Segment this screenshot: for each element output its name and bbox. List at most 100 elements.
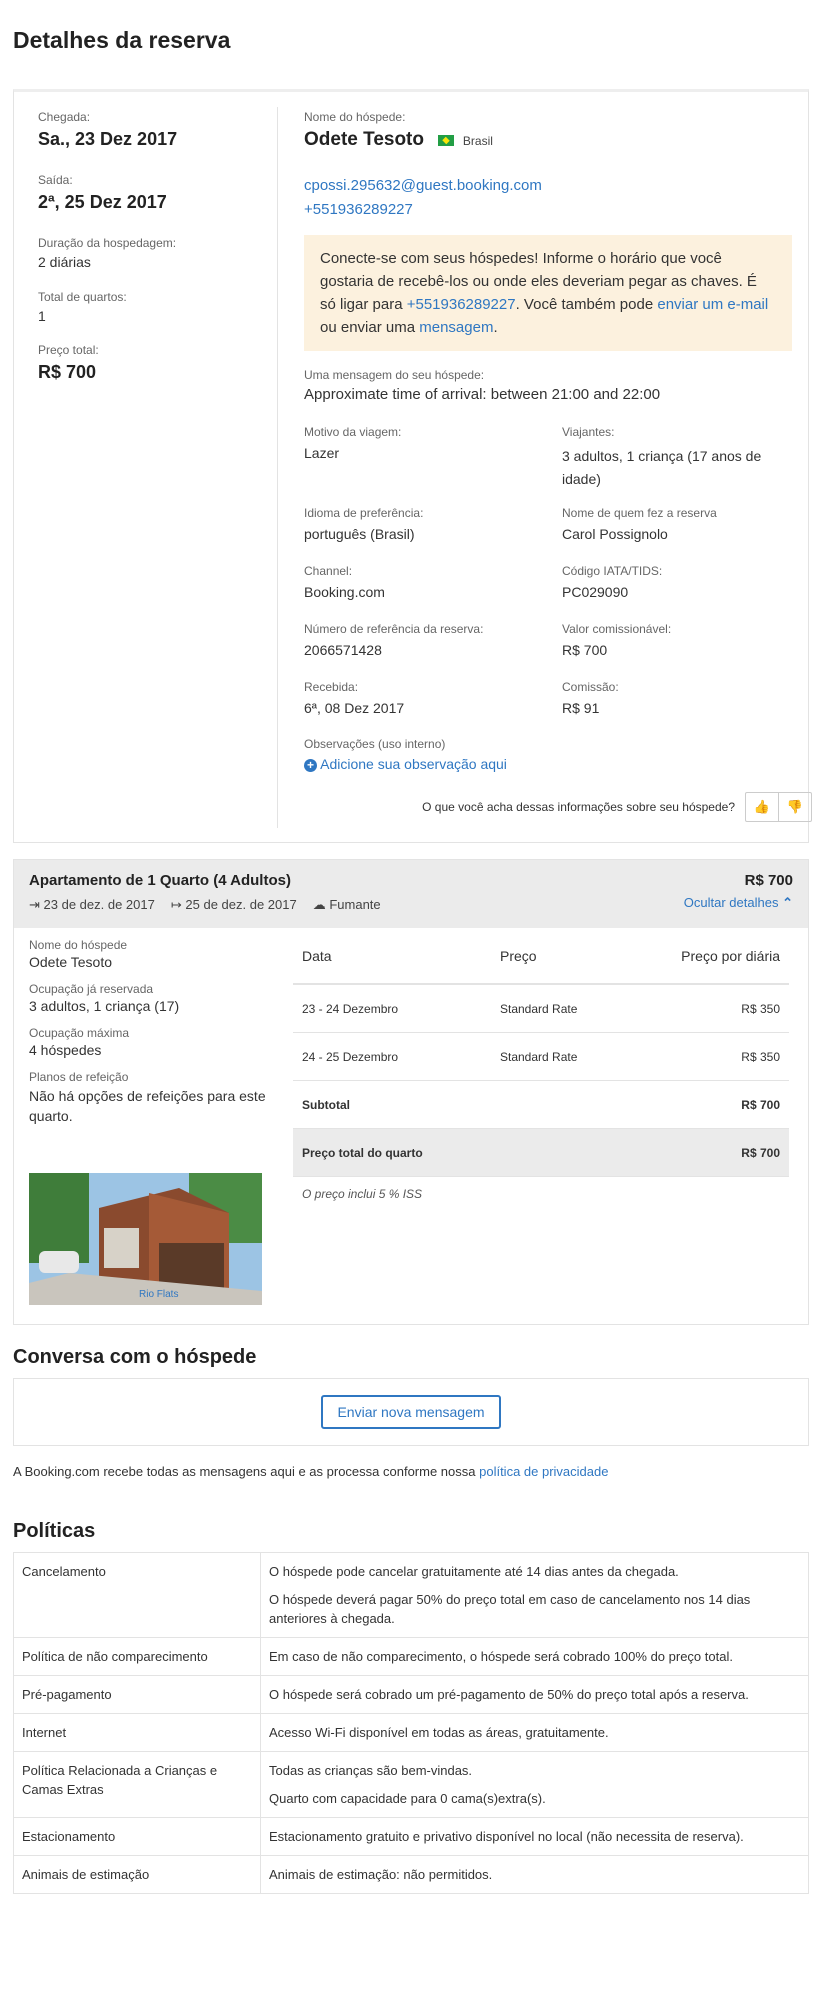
language-label: Idioma de preferência:	[304, 506, 424, 520]
rate-name: Standard Rate	[500, 1001, 578, 1016]
table-row: 24 - 25 Dezembro Standard Rate R$ 350	[293, 1033, 789, 1081]
contact-guest-notice: Conecte-se com seus hóspedes! Informe o …	[304, 235, 792, 351]
policy-text: Animais de estimação: não permitidos.	[269, 1867, 493, 1882]
subtotal-label: Subtotal	[302, 1097, 350, 1112]
conversation-box: Enviar nova mensagem	[13, 1378, 809, 1446]
chevron-up-icon: ⌃	[782, 895, 793, 910]
privacy-notice: A Booking.com recebe todas as mensagens …	[13, 1464, 809, 1504]
notice-text-2: . Você também pode	[515, 296, 658, 313]
feedback-question: O que você acha dessas informações sobre…	[422, 800, 735, 814]
channel-label: Channel:	[304, 564, 353, 578]
occupancy-value: 3 adultos, 1 criança (17)	[29, 998, 180, 1014]
room-guest-label: Nome do hóspede	[29, 938, 128, 952]
departure-label: Saída:	[38, 173, 73, 187]
hide-details-button[interactable]: Ocultar detalhes ⌃	[684, 895, 793, 911]
notice-email-link[interactable]: enviar um e-mail	[657, 296, 768, 313]
guest-message-label: Uma mensagem do seu hóspede:	[304, 368, 485, 382]
commissionable-label: Valor comissionável:	[562, 622, 672, 636]
room-guest-name: Odete Tesoto	[29, 954, 113, 970]
policy-text: Acesso Wi-Fi disponível em todas as área…	[269, 1725, 609, 1740]
privacy-policy-link[interactable]: política de privacidade	[479, 1464, 608, 1479]
brazil-flag-icon	[438, 135, 455, 147]
table-row: Internet Acesso Wi-Fi disponível em toda…	[13, 1713, 809, 1752]
duration-label: Duração da hospedagem:	[38, 236, 177, 250]
guest-email-link[interactable]: cpossi.295632@guest.booking.com	[304, 177, 542, 194]
policy-text: O hóspede será cobrado um pré-pagamento …	[269, 1687, 749, 1702]
notice-text-3: ou enviar uma	[320, 319, 420, 336]
room-section: Apartamento de 1 Quarto (4 Adultos) ⇥ 23…	[13, 859, 809, 1325]
reservation-card: Chegada: Sa., 23 Dez 2017 Saída: 2ª, 25 …	[13, 89, 812, 843]
policy-text: Quarto com capacidade para 0 cama(s)extr…	[269, 1791, 546, 1806]
booker-label: Nome de quem fez a reserva	[562, 506, 717, 520]
room-total-value: R$ 700	[741, 1145, 780, 1160]
policy-text: Estacionamento gratuito e privativo disp…	[269, 1829, 744, 1844]
table-row: Política Relacionada a Crianças e Camas …	[13, 1751, 809, 1818]
add-note-link[interactable]: Adicione sua observação aqui	[320, 756, 507, 772]
reference-label: Número de referência da reserva:	[304, 622, 484, 636]
policy-name: Pré-pagamento	[13, 1675, 261, 1714]
room-total-row: Preço total do quarto R$ 700	[293, 1129, 789, 1177]
table-row: Política de não comparecimento Em caso d…	[13, 1637, 809, 1676]
reason-value: Lazer	[304, 445, 340, 461]
policy-text: O hóspede deverá pagar 50% do preço tota…	[269, 1592, 751, 1626]
rooms-value: 1	[38, 308, 46, 324]
commission-value: R$ 91	[562, 700, 600, 716]
col-price-per-night: Preço por diária	[681, 947, 780, 964]
checkin-icon: ⇥	[29, 897, 40, 912]
rate-table-header: Data Preço Preço por diária	[293, 928, 789, 985]
table-row: 23 - 24 Dezembro Standard Rate R$ 350	[293, 985, 789, 1033]
arrival-value: Sa., 23 Dez 2017	[38, 129, 178, 149]
duration-value: 2 diárias	[38, 254, 91, 270]
page-title: Detalhes da reserva	[13, 27, 231, 53]
guest-phone-link[interactable]: +551936289227	[304, 201, 413, 218]
policy-name: Política Relacionada a Crianças e Camas …	[13, 1751, 261, 1818]
column-divider	[277, 107, 278, 828]
travellers-label: Viajantes:	[562, 425, 615, 439]
table-row: Cancelamento O hóspede pode cancelar gra…	[13, 1552, 809, 1638]
room-price: R$ 700	[744, 872, 793, 889]
hide-details-label: Ocultar detalhes	[683, 895, 779, 910]
travellers-value: 3 adultos, 1 criança (17 anos de idade)	[562, 448, 762, 487]
subtotal-row: Subtotal R$ 700	[293, 1081, 789, 1129]
thumbs-down-icon[interactable]: 👎	[778, 793, 811, 821]
conversation-title: Conversa com o hóspede	[13, 1345, 257, 1368]
table-row: Animais de estimação Animais de estimaçã…	[13, 1855, 809, 1894]
policy-name: Política de não comparecimento	[13, 1637, 261, 1676]
received-label: Recebida:	[304, 680, 359, 694]
room-checkin: 23 de dez. de 2017	[43, 897, 155, 912]
policies-table: Cancelamento O hóspede pode cancelar gra…	[13, 1552, 809, 1894]
policy-text: O hóspede pode cancelar gratuitamente at…	[269, 1564, 679, 1579]
iata-label: Código IATA/TIDS:	[562, 564, 663, 578]
tax-note: O preço inclui 5 % ISS	[302, 1187, 423, 1201]
rate-price: R$ 350	[741, 1049, 780, 1064]
received-value: 6ª, 08 Dez 2017	[304, 700, 405, 716]
room-title: Apartamento de 1 Quarto (4 Adultos)	[29, 872, 291, 889]
policy-name: Animais de estimação	[13, 1855, 261, 1894]
iata-value: PC029090	[562, 584, 629, 600]
thumbs-up-icon[interactable]: 👍	[746, 793, 778, 821]
rooms-label: Total de quartos:	[38, 290, 127, 304]
max-occupancy-label: Ocupação máxima	[29, 1026, 130, 1040]
policy-name: Estacionamento	[13, 1817, 261, 1856]
meal-plan-label: Planos de refeição	[29, 1070, 129, 1084]
channel-value: Booking.com	[304, 584, 385, 600]
language-value: português (Brasil)	[304, 526, 415, 542]
rate-table: Data Preço Preço por diária 23 - 24 Deze…	[293, 928, 789, 1211]
max-occupancy-value: 4 hóspedes	[29, 1042, 102, 1058]
booker-value: Carol Possignolo	[562, 526, 668, 542]
room-header: Apartamento de 1 Quarto (4 Adultos) ⇥ 23…	[14, 860, 808, 928]
notes-label: Observações (uso interno)	[304, 737, 446, 751]
notice-phone-link[interactable]: +551936289227	[407, 296, 516, 313]
room-total-label: Preço total do quarto	[302, 1145, 423, 1160]
table-row: Pré-pagamento O hóspede será cobrado um …	[13, 1675, 809, 1714]
rate-name: Standard Rate	[500, 1049, 578, 1064]
guest-info-feedback: O que você acha dessas informações sobre…	[422, 792, 812, 822]
send-message-button[interactable]: Enviar nova mensagem	[321, 1395, 501, 1429]
notice-text-4: .	[493, 319, 498, 336]
add-note-icon[interactable]: +	[304, 759, 317, 772]
reference-value: 2066571428	[304, 642, 382, 658]
notice-message-link[interactable]: mensagem	[419, 319, 493, 336]
room-photo: Rio Flats	[29, 1173, 262, 1305]
room-info: Nome do hóspede Odete Tesoto Ocupação já…	[29, 928, 269, 1126]
photo-watermark: Rio Flats	[139, 1289, 178, 1300]
